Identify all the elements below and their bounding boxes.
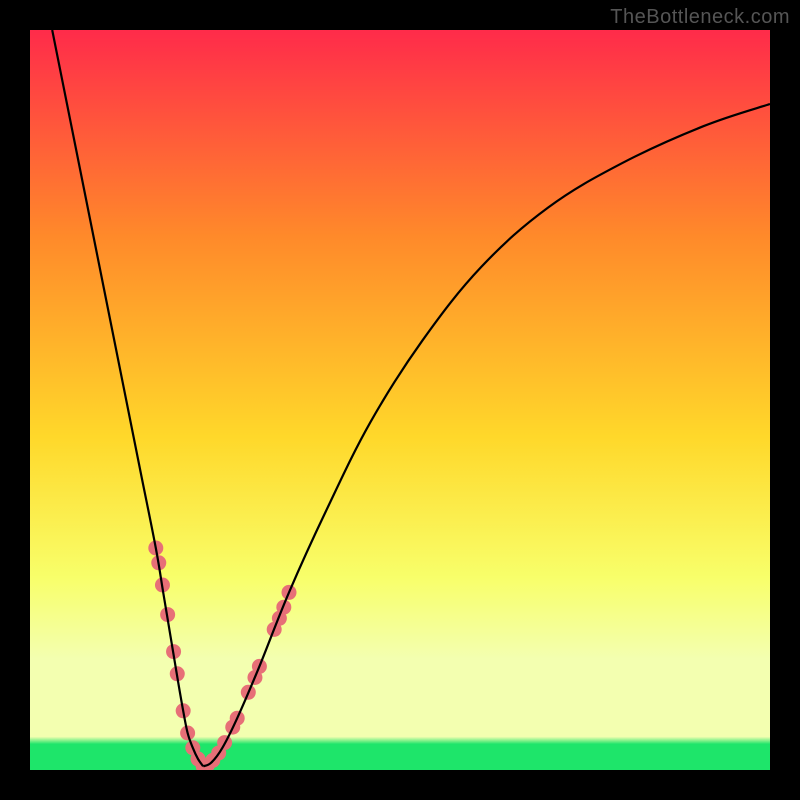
chart-frame: TheBottleneck.com xyxy=(0,0,800,800)
right-curve xyxy=(203,104,770,766)
highlight-dots xyxy=(148,541,296,771)
curve-layer xyxy=(30,30,770,770)
plot-area xyxy=(30,30,770,770)
watermark-text: TheBottleneck.com xyxy=(610,6,790,29)
left-curve xyxy=(52,30,203,766)
